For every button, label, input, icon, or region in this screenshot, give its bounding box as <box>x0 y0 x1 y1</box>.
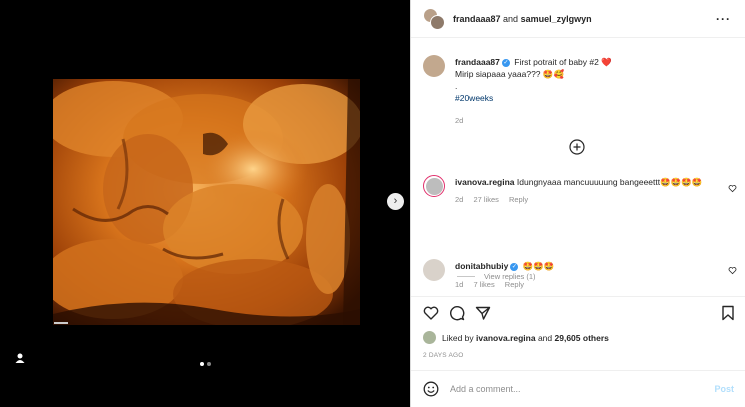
emoji-icon[interactable] <box>423 381 439 397</box>
media-progress-bar <box>54 322 68 324</box>
carousel-dot <box>207 362 211 366</box>
comments-scroll[interactable]: frandaaa87 ✓ First potrait of baby #2 ❤️ … <box>411 38 745 292</box>
comment-heart-icon[interactable] <box>728 266 737 275</box>
comment-time[interactable]: 2d <box>455 195 463 204</box>
comment-input[interactable] <box>450 384 715 394</box>
carousel-dots <box>200 362 211 366</box>
liked-by-and: and <box>537 332 553 343</box>
comment-text: Idungnyaaa mancuuuuung bangeeettt🤩🤩🤩🤩 <box>516 177 703 187</box>
user-tag-icon[interactable] <box>13 351 27 365</box>
liked-by-others[interactable]: 29,605 others <box>555 333 609 343</box>
verified-badge-icon: ✓ <box>510 262 519 271</box>
comment-item: donitabhubiy ✓ 🤩🤩🤩 1d 7 likes Reply <box>411 259 745 291</box>
caption-time[interactable]: 2d <box>455 116 463 125</box>
caption: frandaaa87 ✓ First potrait of baby #2 ❤️ … <box>411 55 745 127</box>
post-button[interactable]: Post <box>714 384 734 394</box>
post-side-panel: frandaaa87 and samuel_zylgwyn ··· franda… <box>410 0 745 407</box>
post-time-ago[interactable]: 2 DAYS AGO <box>423 352 464 359</box>
comment-avatar[interactable] <box>423 259 445 281</box>
add-circle-icon[interactable] <box>569 139 585 155</box>
verified-badge-icon: ✓ <box>501 58 510 67</box>
comment-item: ivanova.regina Idungnyaaa mancuuuuung ba… <box>411 175 745 206</box>
caption-hashtag[interactable]: #20weeks <box>455 92 715 104</box>
action-bar <box>411 296 745 326</box>
header-avatar[interactable] <box>423 7 445 30</box>
add-comment-bar: Post <box>411 370 745 407</box>
comment-time[interactable]: 1d <box>455 280 463 289</box>
caption-username[interactable]: frandaaa87 <box>455 57 500 67</box>
liked-by-user[interactable]: ivanova.regina <box>476 333 536 343</box>
comment-likes[interactable]: 7 likes <box>473 280 494 289</box>
post-media[interactable]: › <box>0 0 410 407</box>
liked-by-prefix: Liked by <box>442 332 474 343</box>
comment-body: ivanova.regina Idungnyaaa mancuuuuung ba… <box>455 175 723 206</box>
caption-avatar[interactable] <box>423 55 445 77</box>
carousel-dot-active <box>200 362 204 366</box>
more-horizontal-icon[interactable]: ··· <box>716 12 731 26</box>
comment-body: donitabhubiy ✓ 🤩🤩🤩 1d 7 likes Reply <box>455 259 715 291</box>
header-user1[interactable]: frandaaa87 <box>453 14 501 24</box>
comment-text: 🤩🤩🤩 <box>522 261 555 271</box>
bookmark-icon[interactable] <box>720 305 736 321</box>
comment-reply-button[interactable]: Reply <box>505 280 524 289</box>
caption-text-line2: Mirip siapaaa yaaa??? 🤩🥰 <box>455 69 565 79</box>
heart-icon[interactable] <box>423 305 439 321</box>
header-and: and <box>503 13 519 24</box>
liked-by-avatar[interactable] <box>423 331 436 344</box>
comment-heart-icon[interactable] <box>728 184 737 193</box>
liked-by: Liked by ivanova.regina and 29,605 other… <box>423 331 609 344</box>
comment-icon[interactable] <box>449 305 465 321</box>
caption-body: frandaaa87 ✓ First potrait of baby #2 ❤️ … <box>455 55 715 127</box>
comment-avatar[interactable] <box>423 175 445 197</box>
share-icon[interactable] <box>475 305 491 321</box>
header-usernames: frandaaa87 and samuel_zylgwyn <box>453 14 592 24</box>
comment-username[interactable]: donitabhubiy <box>455 261 508 271</box>
next-arrow-icon[interactable]: › <box>387 193 404 210</box>
header-user2[interactable]: samuel_zylgwyn <box>521 14 592 24</box>
post-header: frandaaa87 and samuel_zylgwyn ··· <box>411 0 745 38</box>
comment-reply-button[interactable]: Reply <box>509 195 528 204</box>
caption-text-line1: First potrait of baby #2 ❤️ <box>514 57 612 67</box>
comment-likes[interactable]: 27 likes <box>473 195 498 204</box>
ultrasound-image <box>53 79 360 325</box>
caption-text-line3: . <box>455 81 458 91</box>
comment-username[interactable]: ivanova.regina <box>455 177 515 187</box>
